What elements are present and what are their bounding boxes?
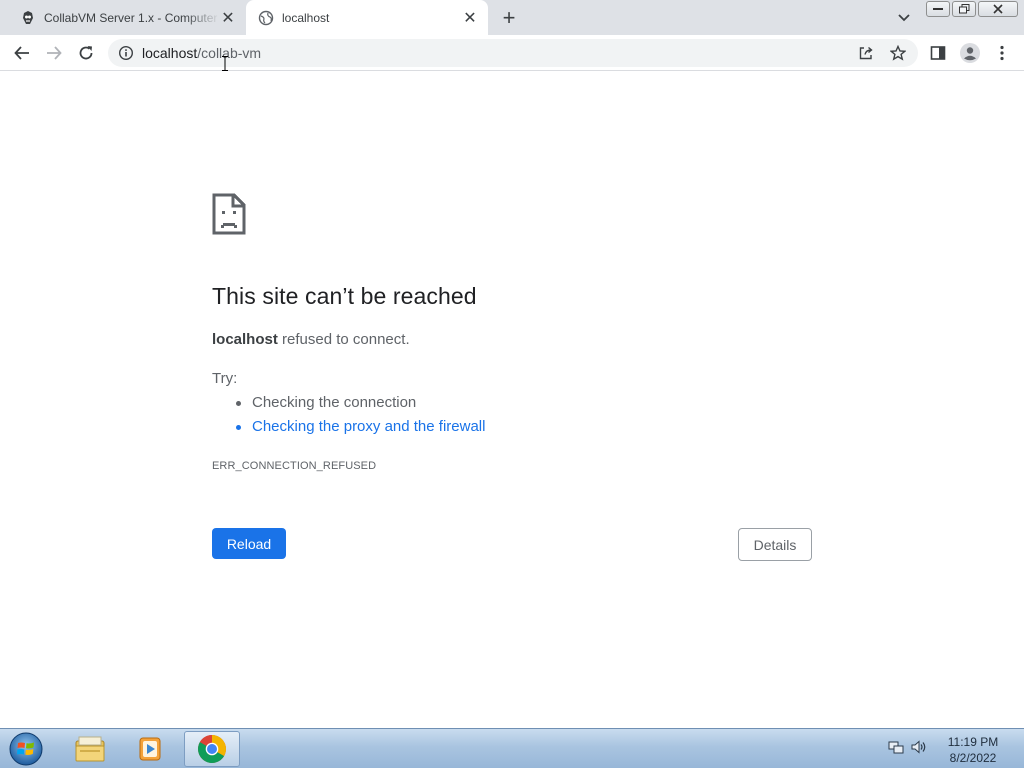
media-player-icon — [139, 737, 161, 761]
details-button[interactable]: Details — [738, 528, 812, 561]
profile-avatar-icon[interactable] — [958, 41, 982, 65]
taskbar-clock[interactable]: 11:19 PM 8/2/2022 — [938, 734, 1008, 766]
forward-arrow-icon[interactable] — [42, 41, 66, 65]
browser-toolbar: localhost/collab-vm — [0, 35, 1024, 71]
restore-button[interactable] — [952, 1, 976, 17]
side-panel-icon[interactable] — [926, 41, 950, 65]
error-code: ERR_CONNECTION_REFUSED — [212, 460, 377, 472]
collabvm-logo-icon — [20, 10, 36, 26]
system-tray — [888, 739, 928, 760]
new-tab-button[interactable]: + — [498, 5, 520, 30]
chrome-icon — [198, 735, 226, 763]
start-button[interactable] — [6, 730, 46, 768]
url-text[interactable]: localhost/collab-vm — [142, 45, 261, 61]
suggestions-list: Checking the connection Checking the pro… — [235, 394, 485, 442]
taskbar-windows-explorer[interactable] — [62, 731, 118, 767]
error-host: localhost — [212, 331, 278, 348]
sad-document-icon — [212, 193, 246, 235]
taskbar-media-player[interactable] — [122, 731, 178, 767]
taskbar-chrome[interactable] — [184, 731, 240, 767]
bookmark-star-icon[interactable] — [888, 43, 908, 63]
suggestion-check-connection: Checking the connection — [235, 394, 485, 418]
error-message: localhost refused to connect. — [212, 331, 410, 348]
tab-search-chevron-icon[interactable] — [894, 8, 914, 28]
error-page: This site can’t be reached localhost ref… — [0, 72, 1024, 728]
tab-title: localhost — [282, 10, 330, 25]
windows-explorer-icon — [75, 736, 105, 762]
tab-localhost[interactable]: localhost ✕ — [246, 0, 488, 35]
menu-kebab-icon[interactable] — [990, 41, 1014, 65]
try-label: Try: — [212, 370, 238, 387]
tab-title: CollabVM Server 1.x - Computer — [44, 10, 218, 25]
taskbar: 11:19 PM 8/2/2022 — [0, 728, 1024, 768]
clock-date: 8/2/2022 — [949, 751, 997, 765]
window-controls — [926, 1, 1018, 17]
clock-time: 11:19 PM — [947, 735, 999, 749]
globe-icon — [258, 10, 274, 26]
url-host: localhost — [142, 45, 198, 61]
tab-strip: CollabVM Server 1.x - Computer ✕ localho… — [0, 0, 1024, 35]
windows-logo-icon — [9, 732, 43, 766]
volume-icon[interactable] — [910, 739, 928, 760]
close-tab-icon[interactable]: ✕ — [220, 10, 236, 27]
error-heading: This site can’t be reached — [212, 283, 477, 309]
tab-collabvm[interactable]: CollabVM Server 1.x - Computer ✕ — [8, 0, 246, 35]
address-bar[interactable]: localhost/collab-vm — [108, 39, 918, 67]
reload-icon[interactable] — [74, 41, 98, 65]
close-tab-icon[interactable]: ✕ — [462, 10, 478, 27]
back-arrow-icon[interactable] — [10, 41, 34, 65]
close-window-button[interactable] — [978, 1, 1018, 17]
suggestion-check-proxy-link[interactable]: Checking the proxy and the firewall — [235, 418, 485, 442]
text-cursor-icon — [222, 56, 228, 71]
error-message-text: refused to connect. — [277, 331, 410, 348]
site-info-icon[interactable] — [118, 45, 134, 61]
network-icon[interactable] — [888, 739, 904, 760]
share-icon[interactable] — [856, 43, 876, 63]
url-path: /collab-vm — [197, 45, 262, 61]
minimize-button[interactable] — [926, 1, 950, 17]
reload-button[interactable]: Reload — [212, 528, 286, 559]
